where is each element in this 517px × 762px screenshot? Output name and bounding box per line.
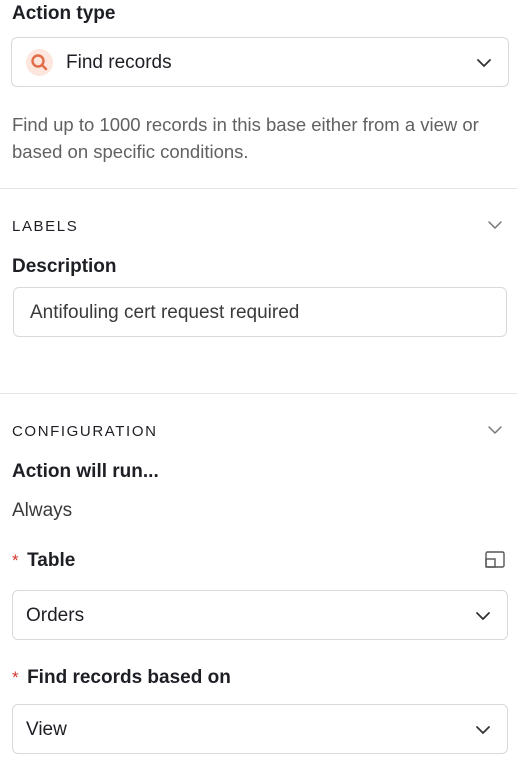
description-input[interactable]: Antifouling cert request required xyxy=(13,287,507,337)
action-type-help-text: Find up to 1000 records in this base eit… xyxy=(12,114,479,162)
required-marker: * xyxy=(12,668,19,687)
table-value: Orders xyxy=(26,605,85,626)
action-will-run-label: Action will run... xyxy=(12,461,159,482)
description-label: Description xyxy=(12,256,117,277)
action-type-value: Find records xyxy=(66,52,172,73)
required-marker: * xyxy=(12,551,19,570)
find-records-select[interactable]: View xyxy=(12,704,508,754)
table-select[interactable]: Orders xyxy=(12,590,508,640)
description-value: Antifouling cert request required xyxy=(30,302,300,323)
table-label-row: * Table xyxy=(12,550,75,572)
search-icon xyxy=(26,49,53,76)
table-label: Table xyxy=(27,550,76,571)
configuration-collapse-chevron-icon[interactable] xyxy=(487,425,503,435)
chevron-down-icon xyxy=(476,612,490,620)
find-records-label: Find records based on xyxy=(27,667,231,688)
configuration-section-title: CONFIGURATION xyxy=(12,423,158,440)
labels-collapse-chevron-icon[interactable] xyxy=(487,220,503,230)
expand-table-icon[interactable] xyxy=(485,551,505,568)
action-type-heading: Action type xyxy=(12,3,116,24)
divider xyxy=(0,393,517,394)
labels-section-title: LABELS xyxy=(12,218,79,235)
chevron-down-icon xyxy=(476,726,490,734)
action-will-run-value: Always xyxy=(12,500,73,521)
find-records-label-row: * Find records based on xyxy=(12,667,231,689)
find-records-value: View xyxy=(26,719,67,740)
chevron-down-icon xyxy=(477,59,491,67)
action-type-select[interactable]: Find records xyxy=(11,37,509,87)
divider xyxy=(0,188,517,189)
